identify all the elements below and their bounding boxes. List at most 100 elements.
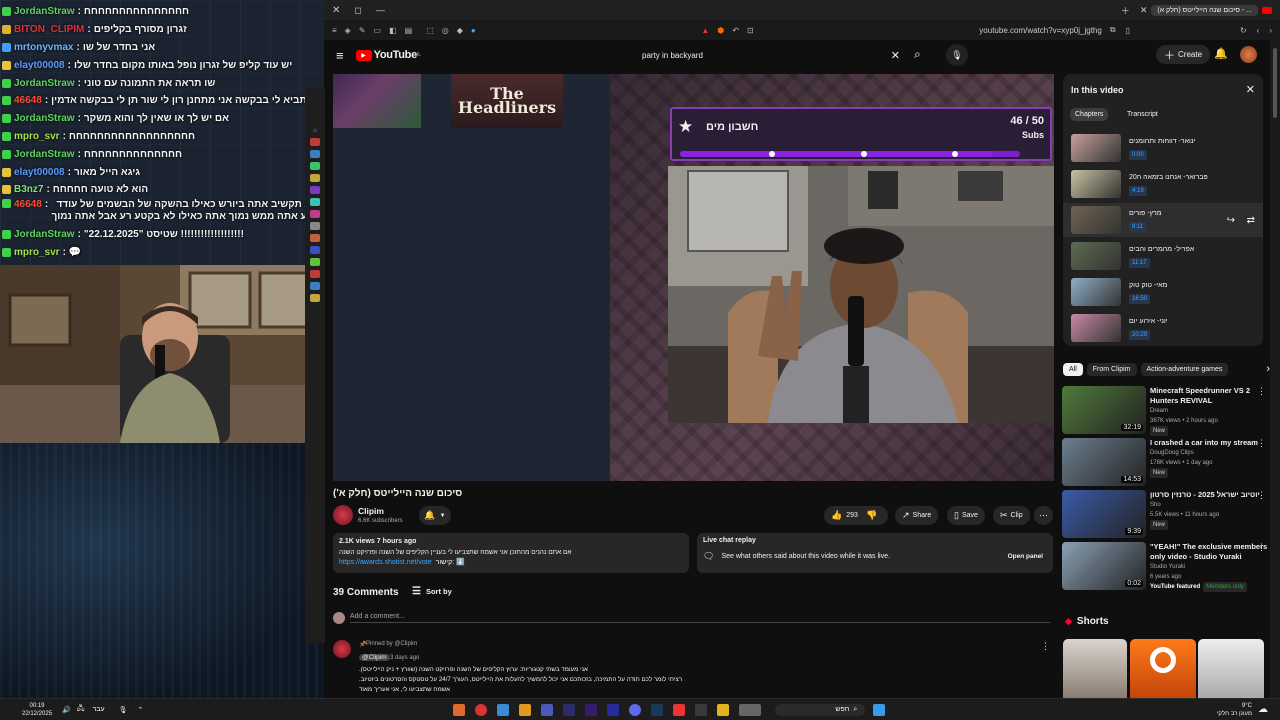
channel-avatar[interactable] [333,505,353,525]
sidebar-app-icon[interactable] [310,246,320,254]
mic-icon[interactable]: 🎙 [119,706,128,714]
open-panel-button[interactable]: Open panel [1008,553,1043,560]
taskbar-app-icon[interactable] [651,703,664,716]
sidebar-app-icon[interactable] [310,270,320,278]
comment-menu-icon[interactable]: ⋮ [1041,641,1050,652]
video-thumbnail[interactable]: 9:39 [1062,490,1146,538]
taskbar-app-icon[interactable] [673,703,686,716]
repeat-chapter-icon[interactable]: ⇄ [1247,215,1255,226]
video-thumbnail[interactable]: 14:53 [1062,438,1146,486]
chapter-time[interactable]: 20:29 [1129,329,1151,340]
taskbar-app-icon[interactable] [717,703,730,716]
taskbar-app-icon[interactable] [563,703,576,716]
subscribed-button[interactable]: 🔔 ▼ [419,506,451,525]
comment-avatar[interactable] [333,640,351,658]
copy-link-icon[interactable]: ⧉ [1110,25,1116,35]
taskbar-app-icon[interactable] [629,703,642,716]
sidebar-app-icon[interactable] [310,222,320,230]
taskbar-app-icon[interactable] [541,703,554,716]
recommended-video[interactable]: 9:39 יוטיוב ישראל 2025 - טרנזין סרטון Sho 5… [1062,490,1270,542]
scrollbar-thumb[interactable] [1273,48,1277,118]
search-box[interactable]: party in backyard ✕ [642,45,912,65]
search-icon[interactable]: ⌕ [914,47,921,62]
chapter-time[interactable]: 16:50 [1129,293,1151,304]
chip-all[interactable]: All [1063,362,1083,376]
taskbar-search[interactable]: חפש ⌕ [775,703,866,716]
channel-name[interactable]: Clipim [358,506,384,516]
taskbar-app-icon[interactable] [739,703,762,716]
diamond-icon[interactable]: ◆ [457,26,463,35]
chevron-right-icon[interactable]: › [1266,363,1270,375]
taskbar-app-icon[interactable] [497,703,510,716]
video-menu-icon[interactable]: ⋮ [1257,386,1266,397]
new-tab-icon[interactable]: ＋ [1121,4,1130,17]
tab-transcript[interactable]: Transcript [1127,111,1158,118]
short-thumbnail[interactable] [1063,639,1127,698]
vpn-icon[interactable]: ● [471,26,476,35]
page-scrollbar[interactable] [1270,40,1280,698]
video-thumbnail[interactable]: 0:02 [1062,542,1146,590]
video-channel[interactable]: Sho [1150,500,1260,510]
voice-search-icon[interactable]: 🎙 [946,44,968,66]
search-input[interactable]: party in backyard [642,51,703,60]
save-button[interactable]: ▯ Save [947,506,985,525]
clock[interactable]: 00:19 22/12/2025 [22,702,52,718]
chip-games[interactable]: Action-adventure games [1140,362,1229,376]
short-thumbnail[interactable] [1130,639,1196,698]
chapter-item[interactable]: מאי- טוק טוק 16:50 [1063,275,1263,309]
video-title[interactable]: I crashed a car into my stream [1150,438,1258,448]
chapter-item[interactable]: פברואר- אנחנו בזמאה ה20 4:19 [1063,167,1263,201]
more-actions-button[interactable]: ⋯ [1034,506,1053,525]
chapter-time[interactable]: 8:11 [1129,221,1147,232]
tab-icon[interactable]: ▤ [405,26,413,35]
add-comment-input[interactable]: Add a comment... [350,613,1050,623]
video-title[interactable]: "YEAH!" The exclusive members only video… [1150,542,1270,562]
video-thumbnail[interactable]: 32:19 [1062,386,1146,434]
network-icon[interactable]: 🖧 [77,704,85,715]
video-title[interactable]: Minecraft Speedrunner VS 2 Hunters REVIV… [1150,386,1270,406]
tab-chapters[interactable]: Chapters [1070,108,1109,121]
volume-icon[interactable]: 🔊 [62,706,71,714]
video-title[interactable]: יוטיוב ישראל 2025 - טרנזין סרטון [1150,490,1260,500]
taskbar-app-icon[interactable] [607,703,620,716]
sidebar-app-icon[interactable] [310,210,320,218]
extension-icon[interactable]: ✎ [359,26,366,35]
chapter-time[interactable]: 4:19 [1129,185,1147,196]
notifications-bell-icon[interactable]: 🔔 [1214,47,1228,60]
undo-icon[interactable]: ↶ [732,26,739,35]
tray-expand-icon[interactable]: ⌃ [137,706,143,714]
video-channel[interactable]: Studio Yuraki [1150,562,1270,572]
sidebar-app-icon[interactable] [310,282,320,290]
taskbar-app-icon[interactable] [585,703,598,716]
chapter-item[interactable]: ינואר- דווחות ותהומנים 0:00 [1063,131,1263,165]
chip-from-channel[interactable]: From Clipim [1086,362,1137,376]
video-channel[interactable]: DougDoug Clips [1150,448,1258,458]
clear-search-icon[interactable]: ✕ [891,49,900,62]
taskbar-app-icon[interactable] [475,703,488,716]
taskbar-app-icon[interactable] [453,703,466,716]
reload-icon[interactable]: ↻ [1240,26,1247,35]
screenshot-icon[interactable]: ⬚ [426,26,434,35]
back-icon[interactable]: ‹ [1257,26,1260,35]
sidebar-app-icon[interactable] [310,138,320,146]
hamburger-menu-icon[interactable]: ≡ [336,48,344,63]
sidebar-app-icon[interactable] [310,234,320,242]
brave-icon[interactable]: ⬢ [717,26,724,35]
chapter-item[interactable]: מרץ- פורים 8:11 ↪ ⇄ [1063,203,1263,237]
video-menu-icon[interactable]: ⋮ [1257,438,1266,449]
cast-icon[interactable]: ⊡ [747,26,754,35]
url-text[interactable]: youtube.com/watch?v=xyp0j_jgthg [979,26,1102,35]
forward-icon[interactable]: › [1269,26,1272,35]
bookmark-icon[interactable]: ▯ [1126,26,1130,35]
chapter-time[interactable]: 0:00 [1129,149,1147,160]
create-button[interactable]: ＋ Create [1156,45,1211,64]
dislike-button[interactable]: 👎 [866,510,877,521]
close-panel-icon[interactable]: ✕ [1246,83,1255,96]
restore-window-icon[interactable]: ◻ [354,5,361,16]
sidebar-app-icon[interactable] [310,186,320,194]
sort-by-button[interactable]: ☰ Sort by [412,586,452,597]
video-player[interactable]: The Headliners ★ חשבון מים 46 / 50 Subs [333,74,1054,481]
split-view-icon[interactable]: ◧ [389,26,397,35]
browser-tab[interactable]: סיכום שנה היילייטס (חלק א) - ... [1151,4,1258,16]
like-button[interactable]: 👍 293 [824,510,864,521]
